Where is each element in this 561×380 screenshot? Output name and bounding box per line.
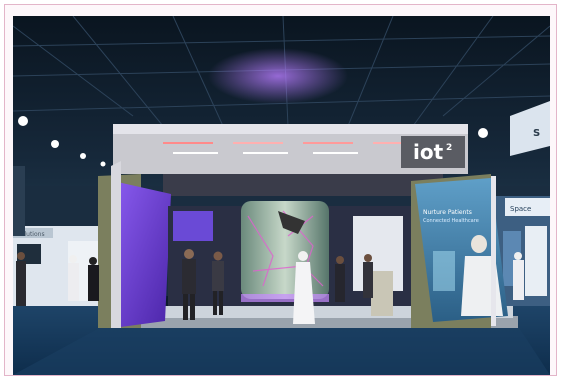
exhibition-photo: Solutions S Space iot 2 Nurture Patients… [13,16,550,375]
purple-wall-panel [113,181,171,328]
iot-logo-text: iot [413,140,444,164]
kiosk-stand [371,271,393,316]
screen-person-head [471,235,487,253]
ceiling-purple-glow [208,48,348,104]
screen-headline-2: Connected Healthcare [423,218,479,224]
right-booth-wall [525,226,547,296]
screen-background-person [433,251,455,291]
left-pillar [13,166,25,236]
right-booth-sign-letter: S [533,128,540,139]
booth-canopy-top [113,124,468,134]
booth-canopy-underside [163,174,443,196]
floor-shadow [13,326,550,375]
cylinder-base-glow [241,294,329,302]
booth-left-edge [111,161,121,328]
right-booth-sign: Space [510,205,531,213]
interior-purple-screen [173,211,213,241]
iot-logo-superscript: 2 [446,143,452,153]
booth-right-edge [491,176,496,326]
screen-headline-1: Nurture Patients [423,209,472,216]
exhibition-scene: Solutions S Space iot 2 Nurture Patients… [13,16,550,375]
